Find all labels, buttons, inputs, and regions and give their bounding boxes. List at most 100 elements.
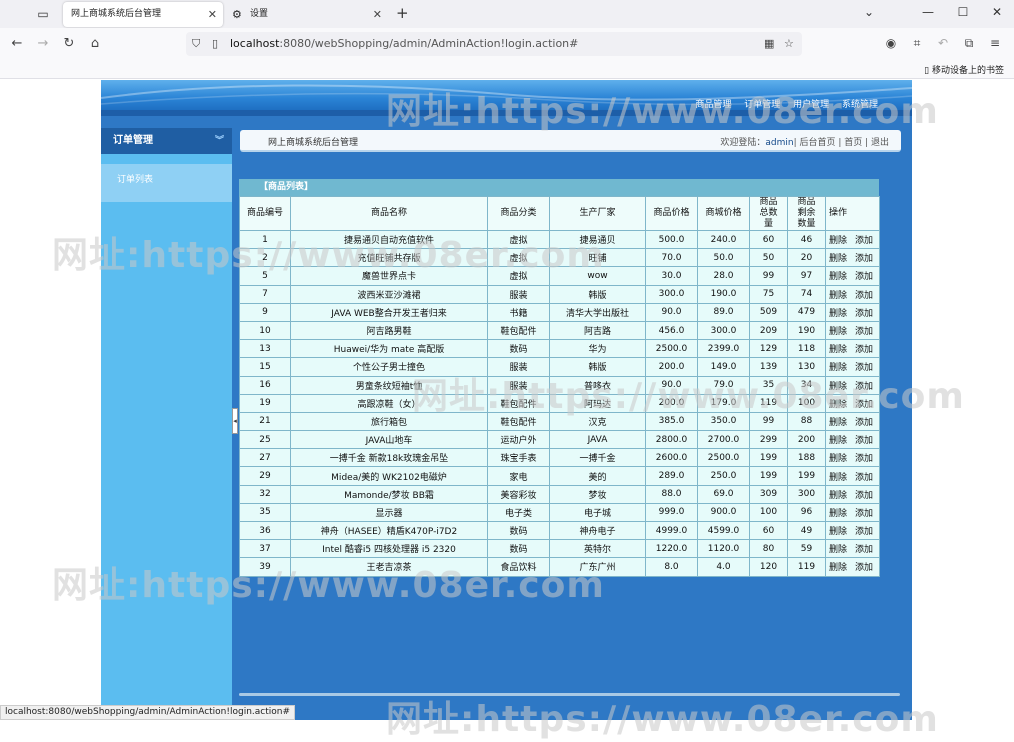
table-cell: 运动户外 <box>487 430 550 450</box>
table-cell: 波西米亚沙滩裙 <box>290 284 488 304</box>
delete-link[interactable]: 删除 <box>829 272 847 282</box>
delete-link[interactable]: 删除 <box>829 236 847 246</box>
tab-admin[interactable]: 网上商城系统后台管理 ✕ <box>63 2 223 27</box>
row-actions: 删除 添加 <box>825 520 880 541</box>
table-cell: Mamonde/梦妆 BB霜 <box>290 484 488 504</box>
table-cell: 49 <box>787 520 826 541</box>
table-cell: 46 <box>787 229 826 250</box>
table-cell: 家电 <box>487 466 550 486</box>
delete-link[interactable]: 删除 <box>829 454 847 464</box>
col-header: 商品剩余数量 <box>787 196 826 231</box>
add-link[interactable]: 添加 <box>855 309 873 319</box>
page-info-icon[interactable]: ▯ <box>212 37 218 50</box>
add-link[interactable]: 添加 <box>855 473 873 483</box>
add-link[interactable]: 添加 <box>855 327 873 337</box>
add-link[interactable]: 添加 <box>855 491 873 501</box>
add-link[interactable]: 添加 <box>855 345 873 355</box>
extensions-icon[interactable]: ⧉ <box>961 36 977 51</box>
table-cell: 99 <box>749 266 788 286</box>
watermark: 网址:https://www.08er.com <box>52 235 605 276</box>
table-cell: 250.0 <box>697 466 750 486</box>
table-cell: 299 <box>749 430 788 450</box>
user-links: 欢迎登陆：admin| 后台首页 | 首页 | 退出 <box>720 135 889 148</box>
delete-link[interactable]: 删除 <box>829 436 847 446</box>
sidebar-collapse-handle[interactable]: ◂ <box>232 408 238 434</box>
screenshot-icon[interactable]: ⌗ <box>909 36 925 51</box>
table-cell: 60 <box>749 520 788 541</box>
row-actions: 删除 添加 <box>825 557 880 577</box>
add-link[interactable]: 添加 <box>855 236 873 246</box>
shield-icon[interactable]: ⛉ <box>192 37 200 51</box>
delete-link[interactable]: 删除 <box>829 309 847 319</box>
home-icon[interactable]: ⌂ <box>87 36 103 52</box>
table-cell: 韩版 <box>549 284 646 304</box>
table-cell: 显示器 <box>290 502 488 523</box>
sidebar-title[interactable]: 订单管理 ︾ <box>101 128 232 154</box>
table-cell: 999.0 <box>645 502 698 523</box>
qr-code-icon[interactable]: ▦ <box>764 37 774 50</box>
delete-link[interactable]: 删除 <box>829 291 847 301</box>
table-cell: 梦妆 <box>549 484 646 504</box>
table-cell: 鞋包配件 <box>487 320 550 341</box>
close-icon[interactable]: ✕ <box>208 2 217 27</box>
table-cell: 9 <box>239 302 291 322</box>
add-link[interactable]: 添加 <box>855 563 873 573</box>
url-bar[interactable]: ⛉ ▯ localhost:8080/webShopping/admin/Adm… <box>186 32 802 56</box>
delete-link[interactable]: 删除 <box>829 327 847 337</box>
panel-title: 【商品列表】 <box>239 179 879 196</box>
delete-link[interactable]: 删除 <box>829 563 847 573</box>
table-cell: 神舟电子 <box>549 520 646 541</box>
undo-icon[interactable]: ↶ <box>935 36 951 50</box>
add-link[interactable]: 添加 <box>855 291 873 301</box>
table-cell: Midea/美的 WK2102电磁炉 <box>290 466 488 486</box>
tab-overflow-chevron-icon[interactable]: ⌄ <box>861 5 877 19</box>
table-cell: 289.0 <box>645 466 698 486</box>
back-icon[interactable]: ← <box>9 36 25 52</box>
table-cell: 电子类 <box>487 502 550 523</box>
sidebar-item-order-list[interactable]: 订单列表 <box>101 164 232 202</box>
delete-link[interactable]: 删除 <box>829 491 847 501</box>
tab-list-icon[interactable]: ▭ <box>34 5 52 23</box>
status-url: localhost:8080/webShopping/admin/AdminAc… <box>0 705 296 720</box>
new-tab-icon[interactable]: + <box>396 4 409 22</box>
add-link[interactable]: 添加 <box>855 272 873 282</box>
double-chevron-down-icon[interactable]: ︾ <box>215 128 224 154</box>
table-cell: 36 <box>239 520 291 541</box>
delete-link[interactable]: 删除 <box>829 545 847 555</box>
tab-settings[interactable]: ⚙ 设置 ✕ <box>228 2 388 27</box>
nav-links[interactable]: | 后台首页 | 首页 | 退出 <box>794 138 889 148</box>
table-cell: 阿吉路男鞋 <box>290 320 488 341</box>
url-text[interactable]: localhost:8080/webShopping/admin/AdminAc… <box>230 37 578 50</box>
table-cell: 神舟（HASEE）精盾K470P-i7D2 <box>290 520 488 541</box>
menu-icon[interactable]: ≡ <box>987 36 1003 50</box>
add-link[interactable]: 添加 <box>855 436 873 446</box>
delete-link[interactable]: 删除 <box>829 254 847 264</box>
table-cell: JAVA <box>549 430 646 450</box>
row-actions: 删除 添加 <box>825 320 880 341</box>
row-actions: 删除 添加 <box>825 502 880 523</box>
table-cell: 4.0 <box>697 557 750 577</box>
delete-link[interactable]: 删除 <box>829 527 847 537</box>
delete-link[interactable]: 删除 <box>829 345 847 355</box>
add-link[interactable]: 添加 <box>855 254 873 264</box>
add-link[interactable]: 添加 <box>855 418 873 428</box>
mobile-bookmarks[interactable]: ▯ 移动设备上的书签 <box>924 63 1004 76</box>
account-icon[interactable]: ◉ <box>883 36 899 50</box>
delete-link[interactable]: 删除 <box>829 418 847 428</box>
table-cell: 199 <box>787 466 826 486</box>
window-close-icon[interactable]: ✕ <box>989 5 1005 19</box>
add-link[interactable]: 添加 <box>855 527 873 537</box>
add-link[interactable]: 添加 <box>855 454 873 464</box>
minimize-icon[interactable]: — <box>920 5 936 19</box>
delete-link[interactable]: 删除 <box>829 473 847 483</box>
add-link[interactable]: 添加 <box>855 545 873 555</box>
forward-icon[interactable]: → <box>35 36 51 52</box>
reload-icon[interactable]: ↻ <box>61 36 77 52</box>
table-row: 36 神舟（HASEE）精盾K470P-i7D2 数码 神舟电子 4999.0 4599.… <box>239 520 880 541</box>
bookmark-star-icon[interactable]: ☆ <box>784 37 794 50</box>
add-link[interactable]: 添加 <box>855 509 873 519</box>
maximize-icon[interactable]: ☐ <box>955 5 971 19</box>
delete-link[interactable]: 删除 <box>829 509 847 519</box>
table-cell: 190.0 <box>697 284 750 304</box>
close-icon[interactable]: ✕ <box>373 2 382 27</box>
